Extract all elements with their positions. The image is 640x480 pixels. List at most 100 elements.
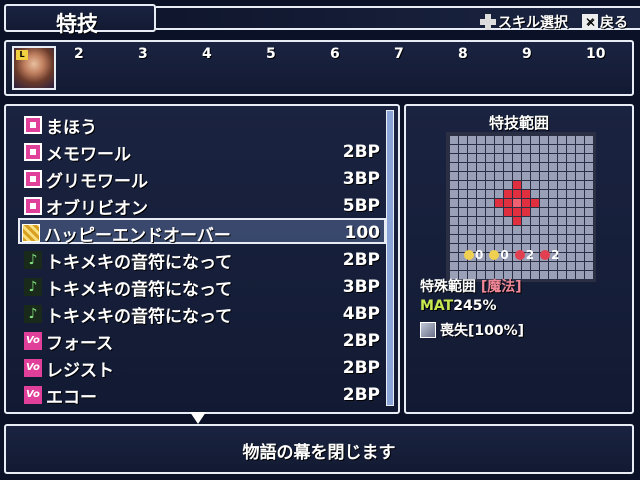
party-slot-2[interactable]: 2 [74, 46, 84, 62]
back-label: 戻る [600, 15, 628, 31]
skill-cost: 4BP [342, 304, 380, 324]
range-cell [513, 181, 521, 189]
stat-up-icon [514, 250, 525, 260]
range-cell [522, 208, 530, 216]
skill-row-selected[interactable]: ハッピーエンドオーバー 100 [18, 218, 386, 246]
skill-cost: 2BP [342, 385, 380, 405]
skill-list: まほう メモワール 2BP グリモワール 3BP オブリビオン 5BP ハッピー… [4, 104, 400, 414]
stat-value: 2 [551, 248, 560, 262]
mat-value: 245% [453, 298, 497, 314]
special-skill-icon [22, 224, 40, 242]
skill-cost: 3BP [342, 169, 380, 189]
skill-row[interactable]: オブリビオン 5BP [22, 193, 384, 219]
skill-name: トキメキの音符になって [46, 307, 233, 327]
skill-name: トキメキの音符になって [46, 280, 233, 300]
range-cell [495, 199, 503, 207]
skill-name: オブリビオン [46, 199, 148, 219]
party-slot-5[interactable]: 5 [266, 46, 276, 62]
skill-cost: 2BP [342, 358, 380, 378]
party-slot-6[interactable]: 6 [330, 46, 340, 62]
dpad-icon [480, 14, 496, 30]
stat-value: 0 [475, 248, 484, 262]
range-cell [531, 199, 539, 207]
party-slot-3[interactable]: 3 [138, 46, 148, 62]
stat-item: 0 [464, 248, 483, 262]
stat-up-icon [464, 250, 474, 260]
magic-skill-icon [24, 197, 42, 215]
help-window: 物語の幕を閉じます [4, 424, 634, 474]
title-window: 特技 [4, 4, 156, 36]
skill-row[interactable]: Vo レジスト 2BP [22, 355, 384, 381]
range-title: 特技範囲 [488, 114, 549, 132]
party-slot-4[interactable]: 4 [202, 46, 212, 62]
party-slot-9[interactable]: 9 [522, 46, 532, 62]
skill-row[interactable]: ♪ トキメキの音符になって 3BP [22, 274, 384, 300]
stat-down-icon [540, 250, 551, 260]
stat-item: 2 [514, 248, 535, 262]
skill-row[interactable]: ♪ トキメキの音符になって 4BP [22, 301, 384, 327]
mat-line: MAT245% [420, 298, 497, 314]
party-slot-7[interactable]: 7 [394, 46, 404, 62]
music-note-plus2-icon: ♪ [24, 305, 42, 323]
skill-name: トキメキの音符になって [46, 253, 233, 273]
list-scrollbar[interactable] [386, 110, 394, 406]
stat-item: 2 [540, 248, 559, 262]
help-text: 物語の幕を閉じます [242, 443, 396, 463]
loss-text: 喪失[100%] [440, 323, 525, 339]
skill-name: メモワール [46, 145, 131, 165]
stat-value: 0 [500, 248, 509, 262]
skill-name: レジスト [46, 361, 114, 381]
skill-cost: 2BP [342, 331, 380, 351]
skill-name: グリモワール [46, 172, 148, 192]
skill-row[interactable]: ♪ トキメキの音符になって 2BP [22, 247, 384, 273]
skill-select-label: スキル選択 [498, 15, 568, 31]
music-note-plus-icon: ♪ [24, 278, 42, 296]
party-slot-8[interactable]: 8 [458, 46, 468, 62]
skill-row[interactable]: Vo エコー 2BP [22, 382, 384, 408]
loss-icon [420, 322, 436, 338]
voice-icon: Vo [24, 359, 42, 377]
category-label: まほう [46, 118, 97, 138]
party-bar: L 2 3 4 5 6 7 8 9 10 [4, 40, 634, 96]
skill-cost: 5BP [342, 196, 380, 216]
range-center-cell [513, 199, 521, 207]
range-cell [504, 190, 512, 198]
stat-down-icon [489, 250, 500, 260]
scroll-down-arrow-icon[interactable] [190, 412, 206, 424]
magic-category-icon [24, 116, 42, 134]
range-cell [522, 199, 530, 207]
skill-name: ハッピーエンドオーバー [44, 226, 231, 246]
skill-range-panel: 特技範囲 0 0 2 2 特殊範囲 [魔法] MAT245% 喪失[100%] [404, 104, 634, 414]
leader-badge-icon: L [16, 50, 28, 60]
magic-skill-icon [24, 170, 42, 188]
skill-cost: 3BP [342, 277, 380, 297]
character-avatar[interactable]: L [12, 46, 56, 90]
stat-value: 2 [525, 248, 535, 262]
skill-cost: 100 [344, 223, 381, 243]
voice-icon: Vo [24, 386, 42, 404]
party-slot-10[interactable]: 10 [586, 46, 605, 62]
music-note-icon: ♪ [24, 251, 42, 269]
skill-row[interactable]: グリモワール 3BP [22, 166, 384, 192]
special-range-label: 特殊範囲 [420, 279, 476, 295]
skill-name: フォース [46, 334, 114, 354]
voice-icon: Vo [24, 332, 42, 350]
skill-select-hint[interactable]: スキル選択 [480, 12, 568, 32]
range-cell [504, 208, 512, 216]
skill-cost: 2BP [342, 142, 380, 162]
skill-row[interactable]: メモワール 2BP [22, 139, 384, 165]
loss-line: 喪失[100%] [420, 320, 524, 340]
range-cell [513, 190, 521, 198]
skill-cost: 2BP [342, 250, 380, 270]
skill-row[interactable]: Vo フォース 2BP [22, 328, 384, 354]
category-row[interactable]: まほう [22, 112, 384, 138]
mat-key: MAT [420, 298, 454, 314]
skill-name: エコー [46, 388, 97, 408]
back-hint[interactable]: ✕ 戻る [582, 12, 628, 32]
range-cell [504, 199, 512, 207]
page-title: 特技 [56, 12, 98, 36]
magic-skill-icon [24, 143, 42, 161]
stat-item: 0 [489, 248, 509, 262]
special-range-line: 特殊範囲 [魔法] [420, 276, 522, 296]
range-cell [513, 217, 521, 225]
